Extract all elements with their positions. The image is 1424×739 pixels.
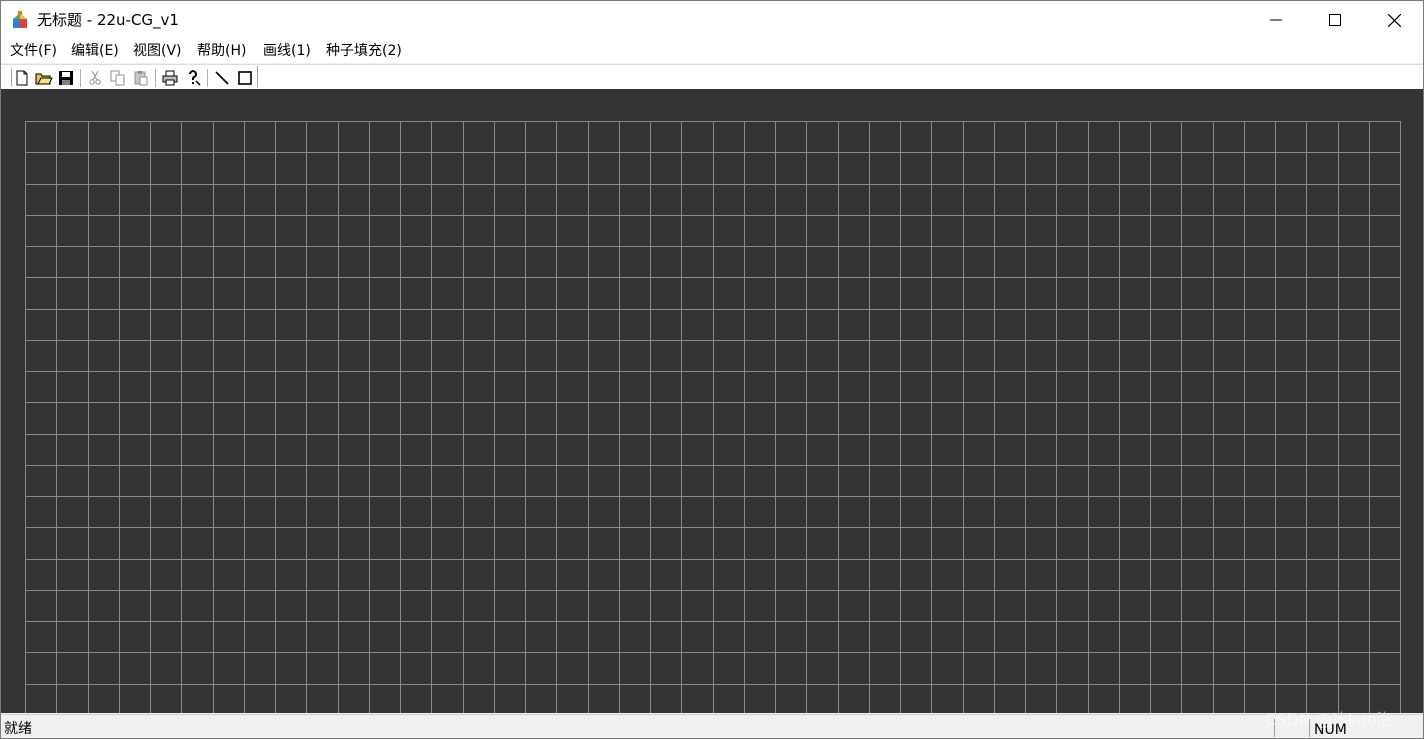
rectangle-tool-icon: [238, 71, 252, 85]
rectangle-tool-button[interactable]: [236, 69, 254, 87]
status-bar: 就绪 NUM: [1, 714, 1423, 738]
status-text: 就绪: [4, 721, 32, 737]
save-button[interactable]: [57, 69, 75, 87]
app-window: 无标题 - 22u-CG_v1 文件(F) 编辑(E) 视图(V) 帮助(H) …: [0, 0, 1424, 739]
cut-button[interactable]: [86, 69, 104, 87]
grid-lines: [25, 121, 1401, 713]
app-icon: [13, 11, 27, 28]
menu-help[interactable]: 帮助(H): [197, 42, 246, 60]
menu-seed-fill[interactable]: 种子填充(2): [326, 42, 402, 60]
watermark: CSDN @冰kuo洛: [1265, 710, 1393, 729]
toolbar-separator: [80, 69, 81, 87]
title-bar[interactable]: 无标题 - 22u-CG_v1: [1, 1, 1423, 39]
drawing-canvas[interactable]: [1, 89, 1423, 713]
toolbar-separator: [155, 69, 156, 87]
toolbar-separator: [207, 69, 208, 87]
copy-button[interactable]: [109, 69, 127, 87]
print-icon: [162, 70, 178, 86]
cut-icon: [89, 70, 101, 85]
toolbar: [1, 64, 1423, 90]
toolbar-grip[interactable]: [7, 69, 12, 86]
new-file-button[interactable]: [13, 69, 31, 87]
menu-view[interactable]: 视图(V): [133, 42, 182, 60]
maximize-button[interactable]: [1306, 1, 1364, 39]
help-icon: [189, 70, 201, 86]
paste-button[interactable]: [132, 69, 150, 87]
open-folder-icon: [35, 73, 53, 85]
minimize-button[interactable]: [1247, 1, 1305, 39]
close-icon: [1387, 13, 1401, 27]
line-tool-button[interactable]: [213, 69, 231, 87]
minimize-icon: [1270, 19, 1282, 21]
close-button[interactable]: [1365, 1, 1423, 39]
pixel-grid: [25, 121, 1401, 713]
copy-icon: [110, 70, 125, 86]
menu-edit[interactable]: 编辑(E): [71, 42, 119, 60]
menu-file[interactable]: 文件(F): [10, 42, 57, 60]
menu-bar: 文件(F) 编辑(E) 视图(V) 帮助(H) 画线(1) 种子填充(2): [1, 39, 1423, 63]
open-file-button[interactable]: [35, 69, 53, 87]
menu-draw-line[interactable]: 画线(1): [263, 42, 311, 60]
help-button[interactable]: [184, 69, 202, 87]
new-file-icon: [16, 70, 28, 86]
paste-icon: [134, 71, 148, 86]
maximize-icon: [1329, 14, 1341, 26]
line-tool-icon: [215, 71, 229, 85]
toolbar-frame: [4, 66, 258, 87]
print-button[interactable]: [161, 69, 179, 87]
window-title: 无标题 - 22u-CG_v1: [37, 11, 179, 29]
save-icon: [59, 71, 73, 85]
